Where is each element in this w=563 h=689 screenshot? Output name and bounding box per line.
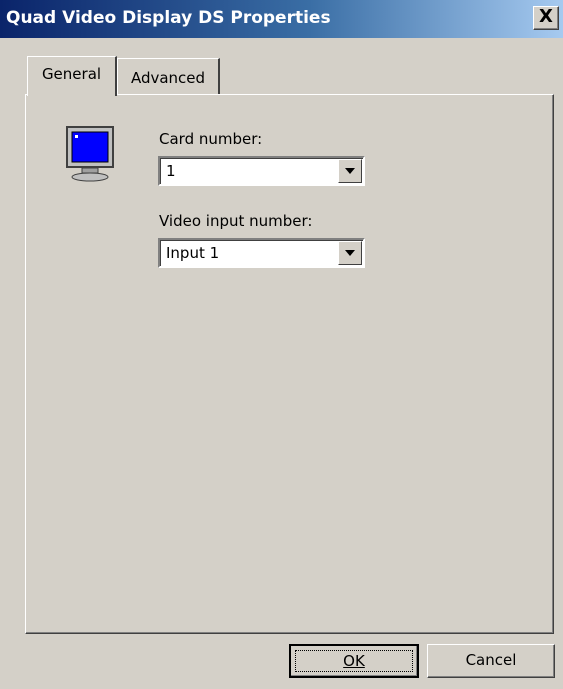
tab-general[interactable]: General: [27, 56, 117, 96]
monitor-icon: [66, 126, 114, 182]
ok-label: OK: [343, 652, 365, 670]
title-bar[interactable]: Quad Video Display DS Properties X: [0, 0, 563, 38]
card-number-value: 1: [166, 162, 176, 180]
cancel-label: Cancel: [465, 651, 517, 669]
card-number-select[interactable]: 1: [158, 156, 365, 186]
video-input-value: Input 1: [166, 244, 220, 262]
tab-general-label: General: [41, 65, 102, 83]
video-input-dropdown-arrow[interactable]: [338, 241, 362, 265]
video-input-label: Video input number:: [159, 212, 313, 230]
card-number-dropdown-arrow[interactable]: [338, 159, 362, 183]
cancel-button[interactable]: Cancel: [427, 644, 555, 678]
window-title: Quad Video Display DS Properties: [6, 8, 331, 28]
close-button[interactable]: X: [533, 6, 559, 30]
ok-button[interactable]: OK: [289, 644, 419, 678]
card-number-label: Card number:: [159, 130, 263, 148]
tab-advanced[interactable]: Advanced: [117, 58, 220, 94]
video-input-select[interactable]: Input 1: [158, 238, 365, 268]
tab-advanced-label: Advanced: [130, 69, 206, 87]
